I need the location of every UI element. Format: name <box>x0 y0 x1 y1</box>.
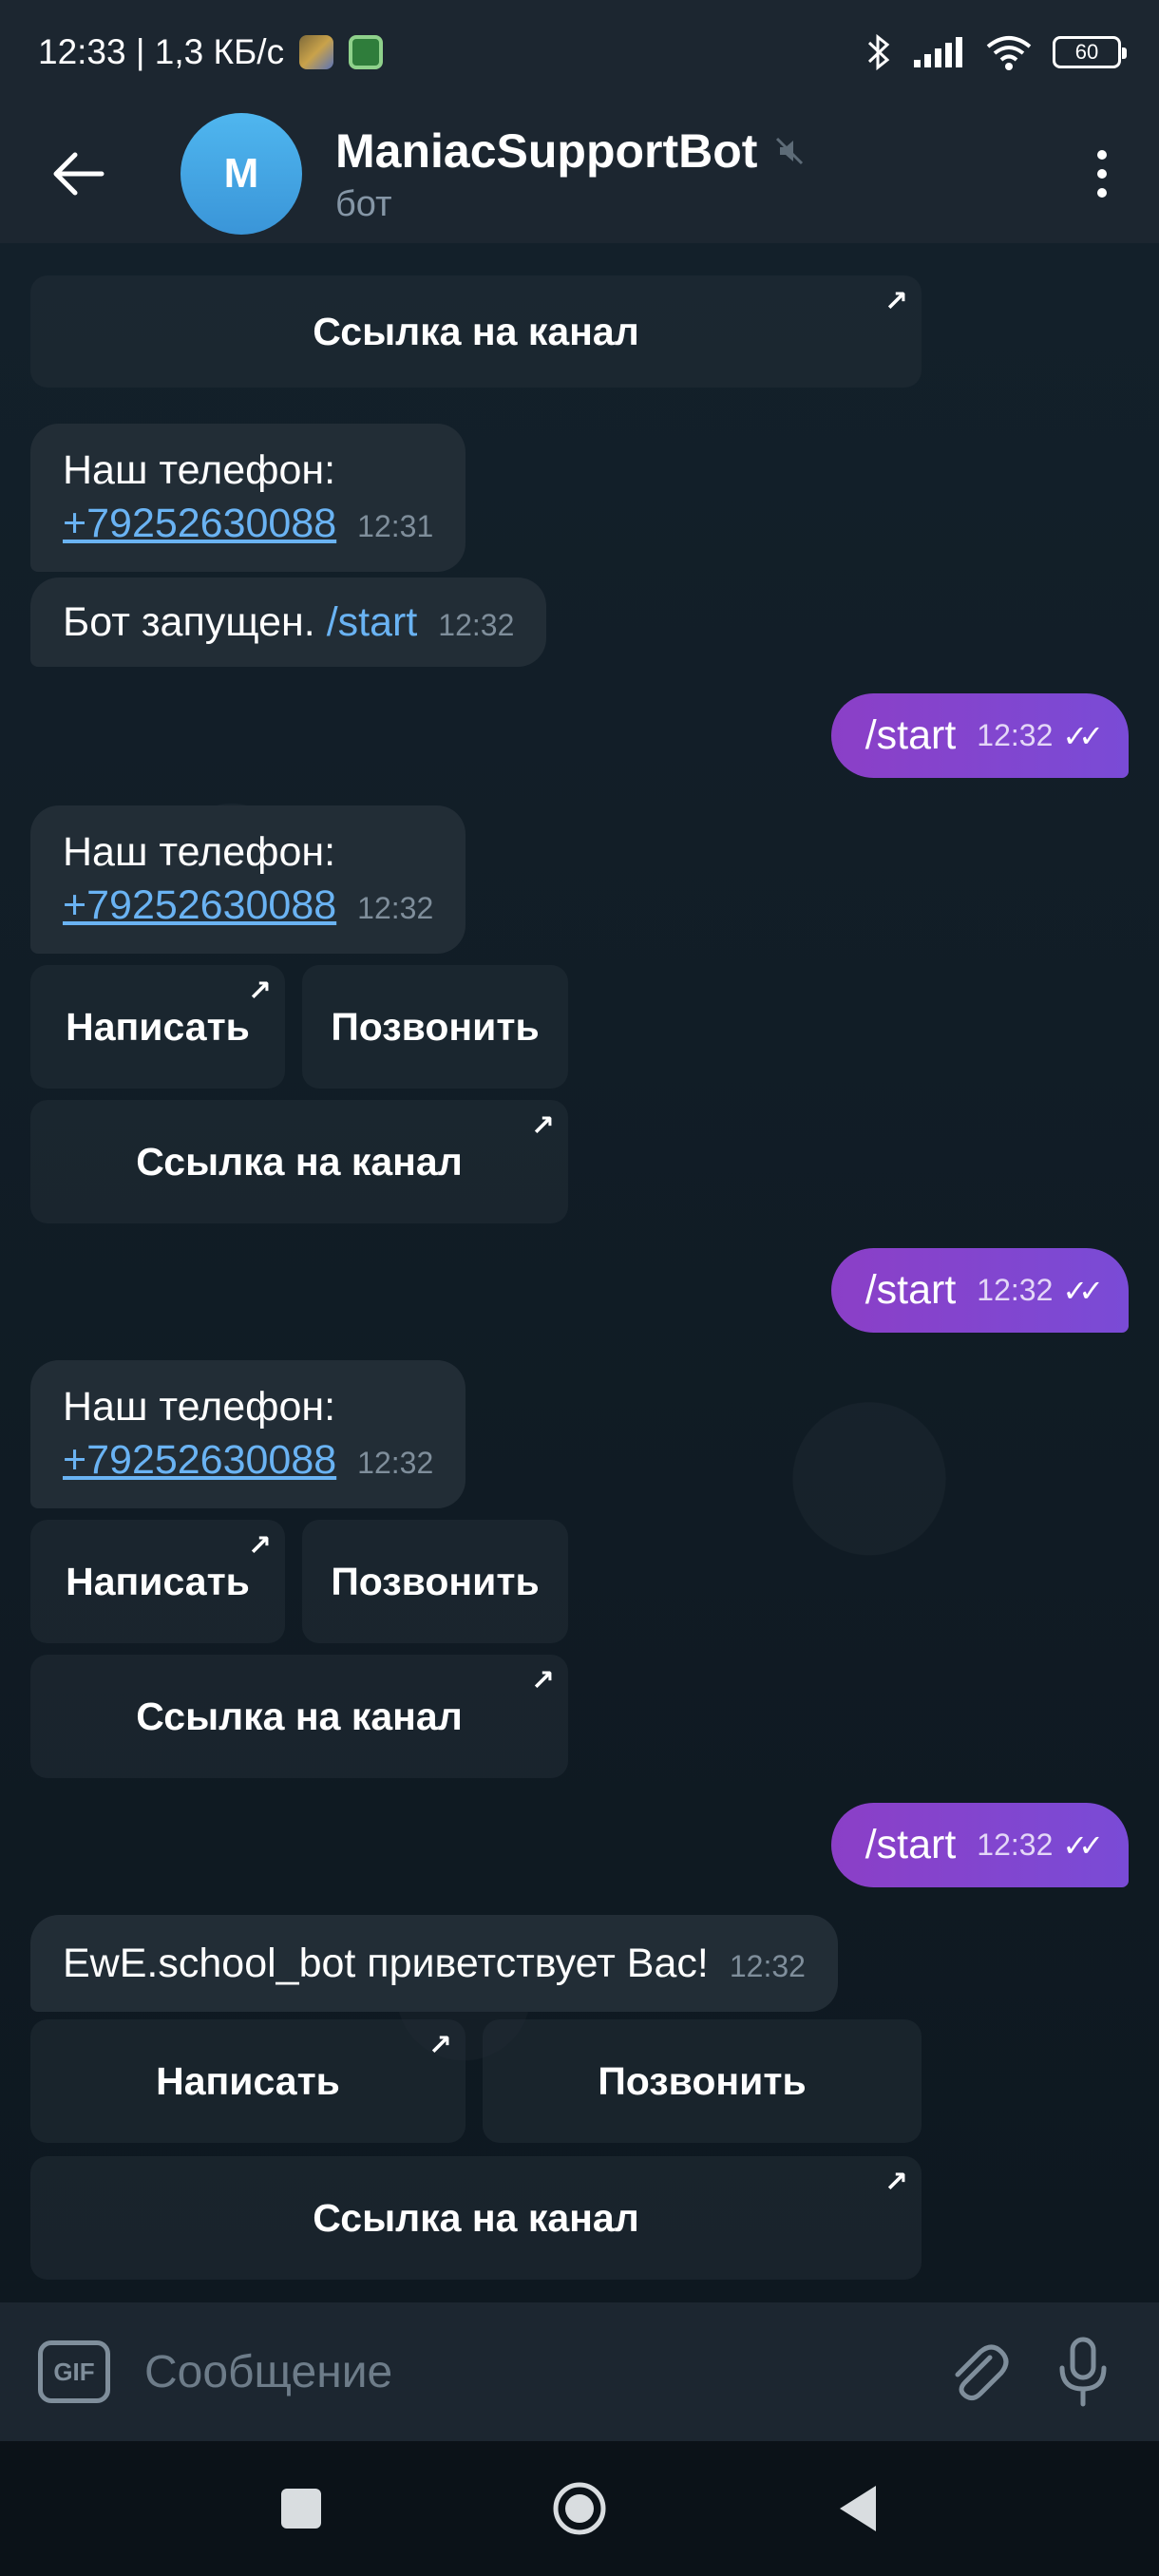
channel-link-button[interactable]: Ссылка на канал ↗ <box>30 1655 568 1778</box>
message-text: Наш телефон: <box>63 1384 336 1430</box>
message-text: /start <box>864 1267 957 1313</box>
button-label: Ссылка на канал <box>136 1694 463 1738</box>
call-button[interactable]: Позвонить <box>302 965 568 1089</box>
outgoing-message: /start 12:32 ✓✓ <box>830 1248 1129 1333</box>
message-input[interactable]: Сообщение <box>144 2346 912 2398</box>
channel-link-button[interactable]: Ссылка на канал ↗ <box>30 1100 568 1223</box>
button-label: Позвонить <box>331 1004 540 1049</box>
button-label: Позвонить <box>598 2058 807 2103</box>
incoming-message: EwE.school_bot приветствует Вас! 12:32 <box>30 1915 838 2012</box>
call-button[interactable]: Позвонить <box>302 1520 568 1643</box>
home-button-icon[interactable] <box>551 2480 608 2537</box>
message-time: 12:32 <box>729 1949 806 1983</box>
phone-link[interactable]: +79252630088 <box>63 1437 336 1483</box>
gif-button[interactable]: GIF <box>38 2340 110 2403</box>
bluetooth-icon <box>867 33 890 71</box>
read-checks-icon: ✓✓ <box>1062 1828 1104 1863</box>
button-label: Ссылка на канал <box>313 2195 639 2240</box>
chat-title-block[interactable]: ManiacSupportBot бот <box>335 123 1074 225</box>
message-time: 12:32 <box>977 718 1054 752</box>
chat-subtitle: бот <box>335 183 392 224</box>
signal-icon <box>914 37 962 67</box>
battery-icon: 60 <box>1053 36 1127 68</box>
message-time: 12:32 <box>357 890 434 925</box>
incoming-message: Наш телефон: +79252630088 12:31 <box>30 424 466 572</box>
write-button[interactable]: Написать ↗ <box>30 965 285 1089</box>
read-checks-icon: ✓✓ <box>1062 1273 1104 1308</box>
external-link-icon: ↗ <box>247 1530 272 1562</box>
battery-level: 60 <box>1074 40 1099 64</box>
button-label: Написать <box>66 1559 250 1603</box>
microphone-icon <box>1059 2337 1107 2407</box>
external-link-icon: ↗ <box>530 1110 555 1142</box>
paperclip-icon <box>955 2344 1009 2401</box>
message-time: 12:32 <box>438 608 515 642</box>
more-menu-icon[interactable] <box>1074 126 1130 221</box>
arrow-left-icon <box>53 152 104 196</box>
message-text: Наш телефон: <box>63 447 336 493</box>
message-time: 12:32 <box>357 1445 434 1480</box>
external-link-icon: ↗ <box>884 286 908 317</box>
write-button[interactable]: Написать ↗ <box>30 2019 466 2143</box>
app-notification-icon <box>349 35 384 69</box>
recents-button-icon[interactable] <box>279 2487 323 2530</box>
message-text: /start <box>864 1822 957 1867</box>
status-bar: 12:33 | 1,3 КБ/с 60 <box>0 0 1159 104</box>
wifi-icon <box>986 36 1032 70</box>
button-label: Написать <box>156 2058 340 2103</box>
message-time: 12:32 <box>977 1273 1054 1307</box>
call-button[interactable]: Позвонить <box>483 2019 922 2143</box>
external-link-icon: ↗ <box>428 2030 452 2061</box>
message-text: EwE.school_bot приветствует Вас! <box>63 1941 709 1986</box>
status-time: 12:33 | 1,3 КБ/с <box>38 32 285 71</box>
external-link-icon: ↗ <box>530 1665 555 1696</box>
back-button[interactable] <box>36 131 122 217</box>
avatar-letter: M <box>223 150 259 197</box>
message-text: /start <box>864 712 957 758</box>
command-link[interactable]: /start <box>327 599 418 645</box>
message-text: Наш телефон: <box>63 829 336 875</box>
incoming-message: Бот запущен. /start 12:32 <box>30 578 547 667</box>
muted-icon <box>776 137 804 164</box>
outgoing-message: /start 12:32 ✓✓ <box>830 693 1129 778</box>
button-label: Написать <box>66 1004 250 1049</box>
phone-link[interactable]: +79252630088 <box>63 882 336 928</box>
button-label: Ссылка на канал <box>136 1139 463 1184</box>
message-text: Бот запущен. <box>63 599 315 645</box>
incoming-message: Наш телефон: +79252630088 12:32 <box>30 805 466 954</box>
button-label: Позвонить <box>331 1559 540 1603</box>
voice-record-button[interactable] <box>1045 2334 1121 2410</box>
app-notification-icon <box>299 35 334 69</box>
channel-link-button[interactable]: Ссылка на канал ↗ <box>30 2156 922 2280</box>
chat-title: ManiacSupportBot <box>335 123 758 178</box>
message-time: 12:32 <box>977 1828 1054 1862</box>
outgoing-message: /start 12:32 ✓✓ <box>830 1803 1129 1887</box>
attach-button[interactable] <box>940 2334 1016 2410</box>
channel-link-button[interactable]: Ссылка на канал ↗ <box>30 275 922 388</box>
incoming-message: Наш телефон: +79252630088 12:32 <box>30 1360 466 1508</box>
system-navigation-bar <box>0 2441 1159 2576</box>
gif-label: GIF <box>53 2357 95 2386</box>
message-input-bar: GIF Сообщение <box>0 2302 1159 2441</box>
read-checks-icon: ✓✓ <box>1062 718 1104 753</box>
write-button[interactable]: Написать ↗ <box>30 1520 285 1643</box>
back-button-icon[interactable] <box>836 2484 880 2533</box>
button-label: Ссылка на канал <box>313 309 639 353</box>
message-time: 12:31 <box>357 508 434 543</box>
chat-header: M ManiacSupportBot бот <box>0 104 1159 243</box>
phone-link[interactable]: +79252630088 <box>63 501 336 546</box>
external-link-icon: ↗ <box>884 2167 908 2198</box>
avatar[interactable]: M <box>180 113 302 235</box>
external-link-icon: ↗ <box>247 975 272 1007</box>
chat-area[interactable]: Ссылка на канал ↗ Наш телефон: +79252630… <box>0 243 1159 2302</box>
